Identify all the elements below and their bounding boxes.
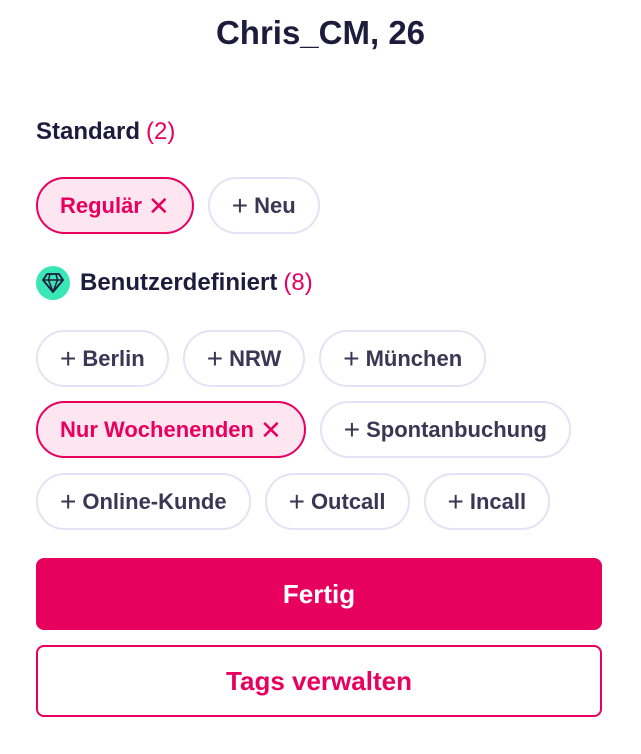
plus-icon: + [60,342,77,374]
custom-section-count: (8) [283,269,313,296]
tag-chip-label: Incall [469,488,527,514]
tag-chip-weekends[interactable]: Nur Wochenenden ✕ [36,401,306,458]
custom-chip-row-2: Nur Wochenenden ✕ + Spontanbuchung [36,401,571,458]
tag-chip-label: NRW [229,345,282,371]
tag-chip-label: Berlin [82,345,145,371]
tag-chip-spontaneous[interactable]: + Spontanbuchung [319,401,571,458]
tag-chip-label: Regulär [60,192,142,218]
standard-chip-row: Regulär ✕ + Neu [36,177,320,234]
standard-section-count: (2) [146,118,176,145]
tag-chip-new[interactable]: + Neu [207,177,320,234]
tag-chip-muenchen[interactable]: + München [319,330,487,387]
close-icon[interactable]: ✕ [148,193,170,219]
custom-section-label: Benutzerdefiniert [80,269,278,296]
tag-chip-regular[interactable]: Regulär ✕ [36,177,194,234]
diamond-icon-svg [42,273,64,293]
diamond-icon [36,266,70,300]
custom-section-heading: Benutzerdefiniert (8) [36,266,313,300]
plus-icon: + [343,342,360,374]
tag-chip-label: Nur Wochenenden [60,416,254,442]
page-title: Chris_CM, 26 [215,14,426,51]
tag-chip-nrw[interactable]: + NRW [182,330,306,387]
plus-icon: + [206,342,224,374]
tag-chip-label: Neu [254,192,296,218]
tag-chip-label: München [365,345,463,371]
manage-tags-button[interactable]: Tags verwalten [36,645,602,717]
tag-editor-screen: Chris_CM, 26 Standard (2) Regulär ✕ + Ne… [0,0,641,754]
standard-section-label: Standard [36,118,141,145]
tag-chip-label: Spontanbuchung [366,416,547,442]
plus-icon: + [60,485,77,517]
plus-icon: + [288,485,305,517]
tag-chip-label: Outcall [310,488,386,514]
plus-icon: + [231,189,249,221]
plus-icon: + [447,485,464,517]
close-icon[interactable]: ✕ [260,417,282,443]
done-button[interactable]: Fertig [36,558,602,630]
standard-section-heading: Standard (2) [36,118,175,146]
tag-chip-label: Online-Kunde [82,488,227,514]
custom-chip-row-1: + Berlin + NRW + München [36,330,487,387]
tag-chip-berlin[interactable]: + Berlin [36,330,169,387]
tag-chip-outcall[interactable]: + Outcall [264,473,410,530]
tag-chip-online-client[interactable]: + Online-Kunde [36,473,251,530]
plus-icon: + [343,413,361,445]
tag-chip-incall[interactable]: + Incall [423,473,551,530]
custom-chip-row-3: + Online-Kunde + Outcall + Incall [36,473,551,530]
